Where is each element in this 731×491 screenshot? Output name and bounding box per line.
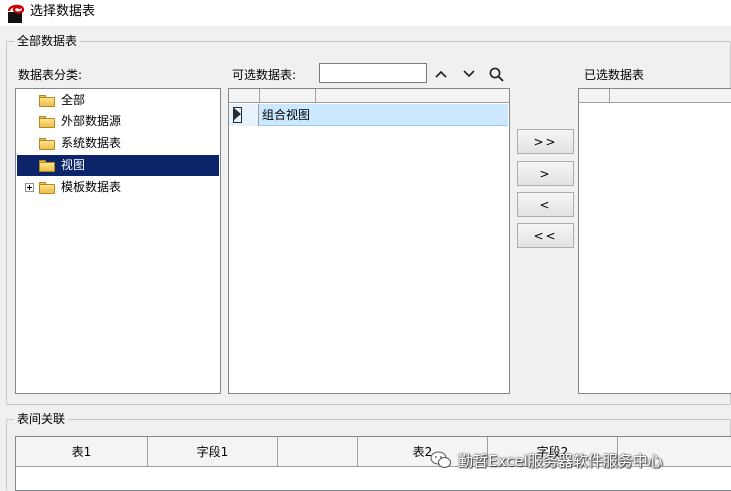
folder-icon: [39, 182, 55, 194]
window-title: 选择数据表: [30, 4, 96, 19]
tree-item-label: 全部: [61, 93, 86, 107]
tree-item-system[interactable]: 系统数据表: [17, 133, 219, 154]
table-name-cell: 组合视图: [262, 108, 311, 122]
tree-item-views[interactable]: 视图: [17, 155, 219, 176]
move-down-button[interactable]: [458, 64, 480, 84]
remove-all-button[interactable]: <<: [517, 223, 574, 248]
current-row-indicator-icon: [229, 104, 259, 126]
tree-item-label: 系统数据表: [61, 136, 122, 150]
app-logo-icon: [7, 4, 25, 23]
table-search-input[interactable]: [319, 63, 427, 83]
watermark: 勤哲Excel服务器软件服务中心: [430, 448, 663, 472]
column-header-field1[interactable]: 字段1: [148, 437, 278, 467]
available-tables-grid[interactable]: 组合视图: [228, 88, 510, 394]
tree-item-external[interactable]: 外部数据源: [17, 111, 219, 132]
search-icon: [489, 67, 504, 82]
table-row[interactable]: 组合视图: [229, 104, 508, 126]
watermark-text: 勤哲Excel服务器软件服务中心: [458, 451, 663, 470]
add-all-button[interactable]: >>: [517, 129, 574, 154]
remove-button[interactable]: <: [517, 192, 574, 217]
expand-plus-icon[interactable]: [25, 183, 34, 192]
folder-open-icon: [39, 160, 55, 172]
folder-icon: [39, 138, 55, 150]
category-tree[interactable]: 全部 外部数据源 系统数据表 视图 模板数据表: [15, 88, 221, 394]
tree-item-all[interactable]: 全部: [17, 90, 219, 111]
tree-item-label: 模板数据表: [61, 180, 122, 194]
grid-header: [579, 89, 731, 103]
move-up-button[interactable]: [430, 64, 452, 84]
chevron-down-icon: [463, 70, 475, 78]
relations-group-label: 表间关联: [14, 412, 69, 426]
categories-label: 数据表分类:: [16, 68, 85, 82]
tree-item-label: 外部数据源: [61, 114, 122, 128]
all-tables-group-label: 全部数据表: [14, 34, 81, 48]
add-button[interactable]: >: [517, 161, 574, 186]
column-header-table1[interactable]: 表1: [16, 437, 148, 467]
chevron-up-icon: [435, 70, 447, 78]
tree-item-label: 视图: [61, 158, 86, 172]
search-button[interactable]: [485, 64, 507, 84]
selected-tables-label: 已选数据表: [582, 68, 647, 82]
available-tables-label: 可选数据表:: [230, 68, 299, 82]
tree-item-templates[interactable]: 模板数据表: [17, 177, 219, 198]
grid-header: [229, 89, 509, 103]
wechat-icon: [430, 451, 451, 468]
folder-icon: [39, 116, 55, 128]
title-bar: 选择数据表: [0, 0, 731, 26]
folder-icon: [39, 95, 55, 107]
selected-tables-grid[interactable]: [578, 88, 731, 394]
column-header-blank[interactable]: [278, 437, 358, 467]
